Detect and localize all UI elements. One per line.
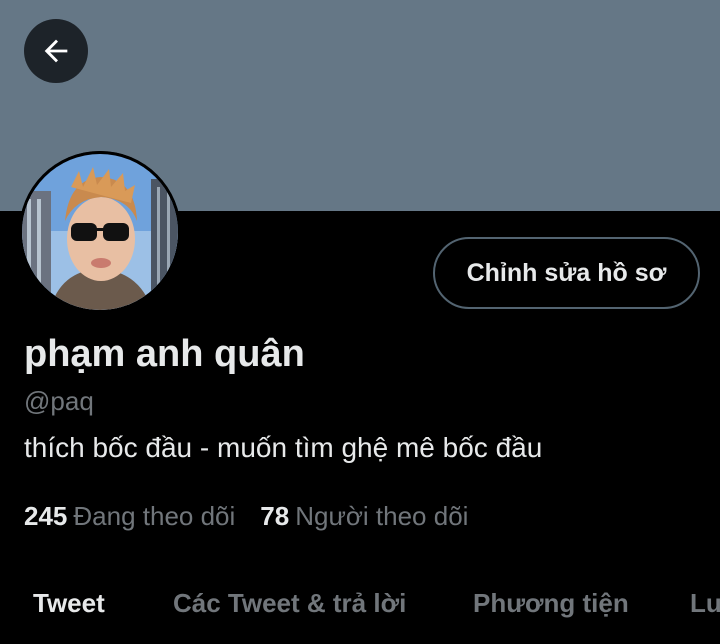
following-stat[interactable]: 245 Đang theo dõi — [24, 501, 235, 532]
following-count: 245 — [24, 501, 68, 531]
profile-bio: thích bốc đầu - muốn tìm ghệ mê bốc đầu — [24, 432, 543, 463]
avatar-image — [19, 151, 181, 313]
tab-likes[interactable]: Lu — [690, 588, 720, 619]
arrow-left-icon — [44, 39, 68, 63]
profile-stats: 245 Đang theo dõi 78 Người theo dõi — [24, 501, 468, 532]
avatar[interactable] — [19, 151, 181, 313]
profile-handle: @paq — [24, 386, 94, 416]
followers-stat[interactable]: 78 Người theo dõi — [260, 501, 468, 532]
back-button[interactable] — [24, 19, 88, 83]
profile-tabs: Tweet Các Tweet & trả lời Phương tiện Lu — [0, 572, 720, 644]
followers-label: Người theo dõi — [295, 501, 469, 531]
profile-name: phạm anh quân — [24, 333, 305, 375]
followers-count: 78 — [260, 501, 290, 531]
following-label: Đang theo dõi — [73, 501, 236, 531]
tab-tweets-replies[interactable]: Các Tweet & trả lời — [173, 588, 406, 619]
edit-profile-button[interactable]: Chỉnh sửa hồ sơ — [433, 237, 700, 309]
tab-tweets[interactable]: Tweet — [33, 588, 105, 619]
tab-media[interactable]: Phương tiện — [473, 588, 629, 619]
